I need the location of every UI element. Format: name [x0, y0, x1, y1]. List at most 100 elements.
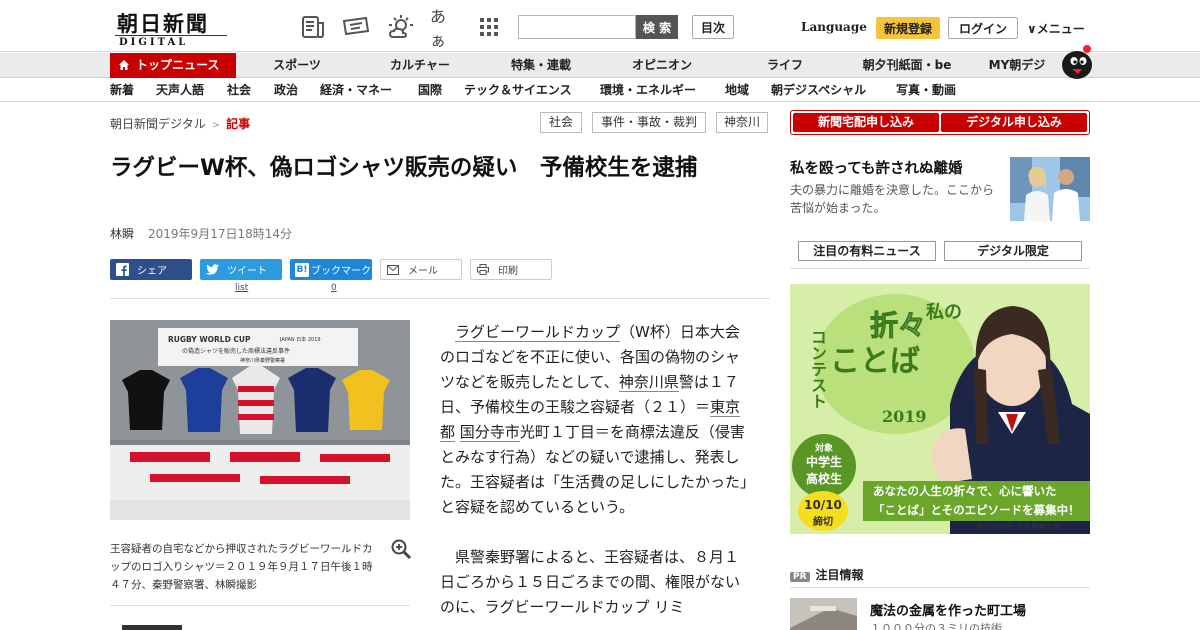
nav-features[interactable]: 特集・連載 — [495, 53, 587, 78]
tab-digital-only[interactable]: デジタル限定 — [944, 241, 1082, 261]
site-header: 朝日新聞 DIGITAL あぁ 検 索 目次 Language 新規登録 ログイ… — [0, 0, 1200, 52]
feature-title-link[interactable]: 私を殴っても許されぬ離婚 — [790, 157, 1000, 178]
pr-badge: PR — [790, 572, 810, 582]
subnav-politics[interactable]: 政治 — [274, 79, 298, 102]
breadcrumb: 朝日新聞デジタル > 記事 — [110, 115, 250, 132]
hatena-bookmark-label: ブックマーク — [311, 266, 371, 277]
pr-title-link[interactable]: 魔法の金属を作った町工場 — [870, 600, 1026, 619]
ad-target-junior: 中学生 — [805, 455, 842, 469]
keyword-link-rugby-world-cup[interactable]: ラグビーワールドカップ — [455, 323, 621, 342]
ad-cta-line2: 「ことば」とそのエピソードを募集中！ — [873, 503, 1080, 517]
subnav-environment[interactable]: 環境・エネルギー — [600, 79, 696, 102]
ad-title-watashi: 私の — [926, 302, 962, 323]
twitter-share-button[interactable]: ツイート — [200, 259, 282, 280]
subnav-tech[interactable]: テック＆サイエンス — [464, 79, 572, 102]
print-label: 印刷 — [498, 266, 518, 277]
subnav-latest[interactable]: 新着 — [110, 79, 134, 102]
newspaper-icon[interactable] — [300, 14, 326, 40]
subnav-region[interactable]: 地域 — [725, 79, 749, 102]
breadcrumb-separator: > — [211, 120, 221, 131]
hatena-count-link[interactable]: 0 — [331, 283, 337, 293]
ad-cta-line1: あなたの人生の折々で、心に響いた — [873, 484, 1057, 498]
facebook-icon — [115, 263, 129, 277]
breadcrumb-home[interactable]: 朝日新聞デジタル — [110, 117, 206, 131]
nav-top-news[interactable]: トップニュース — [110, 53, 236, 78]
feature-description: 夫の暴力に離婚を決意した。ここから苦悩が始まった。 — [790, 183, 995, 215]
keyword-link-kanagawa[interactable]: 神奈川県 — [618, 373, 679, 392]
nav-my-asadigi[interactable]: MY朝デジ — [983, 53, 1051, 78]
language-link[interactable]: Language — [801, 20, 867, 34]
nav-culture[interactable]: カルチャー — [375, 53, 465, 78]
tag-incidents[interactable]: 事件・事故・裁判 — [592, 112, 706, 133]
zoom-in-icon[interactable] — [390, 538, 412, 560]
jerseys-photo: RUGBY WORLD CUP JAPAN 日本 2019 の偽造シャツを販売し… — [110, 320, 410, 520]
ad-title-kotoba: ことば — [830, 344, 920, 379]
keyword-link-kokubunji[interactable]: 国分寺市 — [459, 423, 520, 442]
article-date: 2019年9月17日18時14分 — [148, 227, 292, 241]
facebook-share-button[interactable]: シェア — [110, 259, 192, 280]
contest-advertisement[interactable]: 私の 折々 ことば コンテスト 2019 対象 中学生 高校生 あなたの人生の折… — [790, 284, 1090, 534]
weather-icon[interactable] — [386, 14, 416, 40]
hatena-icon: B! — [295, 262, 309, 277]
subnav-special[interactable]: 朝デジスペシャル — [771, 79, 866, 102]
photo-banner-line2: JAPAN 日本 2019 — [279, 336, 321, 343]
feature-thumbnail[interactable] — [1010, 157, 1090, 221]
mail-share-button[interactable]: メール — [380, 259, 462, 280]
tab-premium-news[interactable]: 注目の有料ニュース — [798, 241, 936, 261]
article-author: 林瞬 — [110, 227, 135, 241]
subnav-society[interactable]: 社会 — [227, 79, 251, 102]
sidebar-divider — [790, 268, 1090, 269]
digital-subscribe-button[interactable]: デジタル申し込み — [941, 113, 1087, 132]
logo-main-text: 朝日新聞 — [117, 11, 209, 36]
photo-caption: 王容疑者の自宅などから押収されたラグビーワールドカップのロゴ入りシャツ＝２０１９… — [110, 543, 373, 591]
subnav-international[interactable]: 国際 — [418, 79, 442, 102]
nav-life[interactable]: ライフ — [750, 53, 820, 78]
twitter-share-label: ツイート — [227, 266, 267, 277]
apps-grid-icon[interactable] — [476, 14, 502, 40]
article-photo[interactable]: RUGBY WORLD CUP JAPAN 日本 2019 の偽造シャツを販売し… — [110, 320, 410, 520]
mascot-icon — [1062, 45, 1092, 79]
subscribe-box: 新聞宅配申し込み デジタル申し込み — [790, 110, 1090, 135]
site-logo[interactable]: 朝日新聞 DIGITAL — [113, 8, 228, 48]
subnav-economy[interactable]: 経済・マネー — [320, 79, 392, 102]
pr-heading-text: 注目情報 — [815, 568, 864, 582]
search-input[interactable] — [518, 15, 636, 39]
nav-papers[interactable]: 朝夕刊紙面・be — [852, 53, 962, 78]
nav-sports[interactable]: スポーツ — [256, 53, 338, 78]
register-button[interactable]: 新規登録 — [876, 17, 940, 39]
next-photo-thumbnail[interactable] — [122, 625, 182, 630]
twitter-count-link[interactable]: list — [235, 283, 248, 293]
ticket-icon[interactable] — [341, 14, 371, 40]
table-of-contents-button[interactable]: 目次 — [692, 15, 734, 39]
pr-divider — [790, 587, 1090, 588]
nav-opinion[interactable]: オピニオン — [617, 53, 707, 78]
printer-icon — [476, 263, 490, 277]
facebook-share-label: シェア — [137, 266, 167, 277]
mail-share-label: メール — [408, 266, 438, 277]
tag-society[interactable]: 社会 — [540, 112, 582, 133]
photo-banner-line1: RUGBY WORLD CUP — [168, 335, 251, 344]
hatena-bookmark-button[interactable]: B! ブックマーク — [290, 259, 372, 280]
search-button[interactable]: 検 索 — [636, 15, 678, 39]
ad-title-contest: コンテスト — [808, 329, 827, 409]
home-icon — [119, 60, 129, 70]
font-size-icon[interactable]: あぁ — [430, 7, 456, 50]
article-paragraph: 県警秦野署によると、王容疑者は、８月１日ごろから１５日ごろまでの間、権限がないの… — [440, 548, 741, 616]
menu-button[interactable]: ∨メニュー — [1027, 20, 1085, 37]
login-button[interactable]: ログイン — [948, 17, 1018, 39]
tag-kanagawa[interactable]: 神奈川 — [716, 112, 768, 133]
subnav-photo-video[interactable]: 写真・動画 — [896, 79, 956, 102]
article-title: ラグビーW杯、偽ロゴシャツ販売の疑い 予備校生を逮捕 — [110, 155, 698, 181]
article-byline: 林瞬 2019年9月17日18時14分 — [110, 225, 292, 242]
pr-thumbnail[interactable] — [790, 598, 857, 630]
newspaper-subscribe-button[interactable]: 新聞宅配申し込み — [793, 113, 939, 132]
photo-banner-line4: 神奈川県秦野警察署 — [240, 357, 285, 364]
sub-nav: 新着 天声人語 社会 政治 経済・マネー 国際 テック＆サイエンス 環境・エネル… — [0, 79, 1200, 102]
print-button[interactable]: 印刷 — [470, 259, 552, 280]
ad-deadline-date: 10/10 — [804, 498, 842, 512]
mail-icon — [386, 263, 400, 277]
twitter-icon — [205, 263, 219, 277]
share-divider — [110, 298, 770, 299]
subnav-tensei-jingo[interactable]: 天声人語 — [156, 79, 204, 102]
breadcrumb-current: 記事 — [226, 117, 251, 131]
